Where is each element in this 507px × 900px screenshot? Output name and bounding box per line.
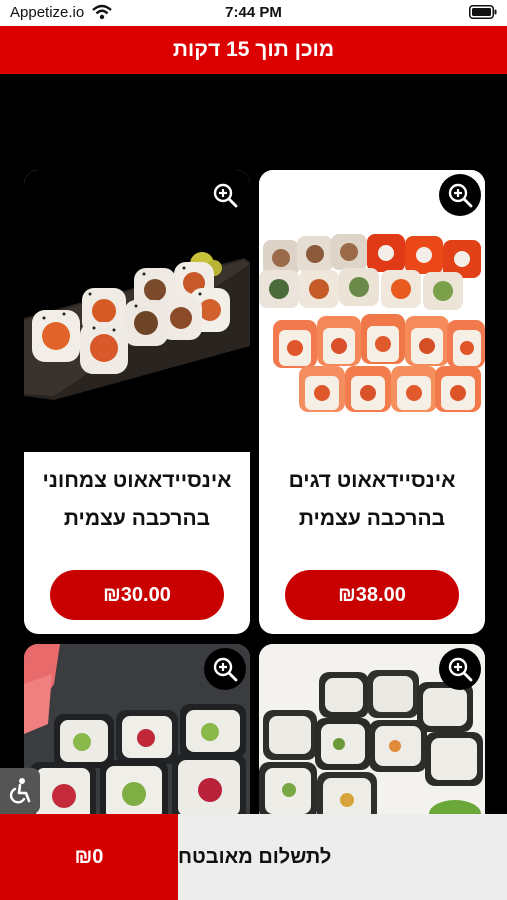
zoom-button[interactable] [204, 174, 246, 216]
zoom-in-icon [213, 657, 238, 682]
cart-bar: ₪0 לתשלום מאובטח [0, 814, 507, 900]
price-button[interactable]: ₪38.00 [285, 570, 459, 620]
price-button[interactable]: ₪30.00 [50, 570, 224, 620]
product-title: אינסיידאאוט צמחוני בהרכבה עצמית [42, 469, 232, 530]
accessibility-icon [9, 778, 31, 804]
product-card[interactable] [259, 644, 485, 834]
status-time: 7:44 PM [225, 4, 282, 21]
zoom-in-icon [448, 183, 473, 208]
product-card[interactable]: אינסיידאאוט צמחוני בהרכבה עצמית ₪30.00 [24, 170, 250, 634]
secure-payment-button[interactable]: לתשלום מאובטח [178, 814, 507, 900]
zoom-button[interactable] [439, 174, 481, 216]
accessibility-button[interactable] [0, 768, 40, 814]
product-card[interactable]: אינסיידאאוט דגים בהרכבה עצמית ₪38.00 [259, 170, 485, 634]
zoom-button[interactable] [204, 648, 246, 690]
product-card[interactable] [24, 644, 250, 834]
zoom-in-icon [213, 183, 238, 208]
battery-icon [469, 5, 497, 19]
zoom-button[interactable] [439, 648, 481, 690]
banner-title: מוכן תוך 15 דקות [172, 38, 335, 61]
status-bar: Appetize.io 7:44 PM [0, 0, 507, 26]
zoom-in-icon [448, 657, 473, 682]
product-title: אינסיידאאוט דגים בהרכבה עצמית [288, 469, 456, 530]
ready-time-banner: מוכן תוך 15 דקות [0, 26, 507, 74]
cart-total[interactable]: ₪0 [0, 814, 178, 900]
